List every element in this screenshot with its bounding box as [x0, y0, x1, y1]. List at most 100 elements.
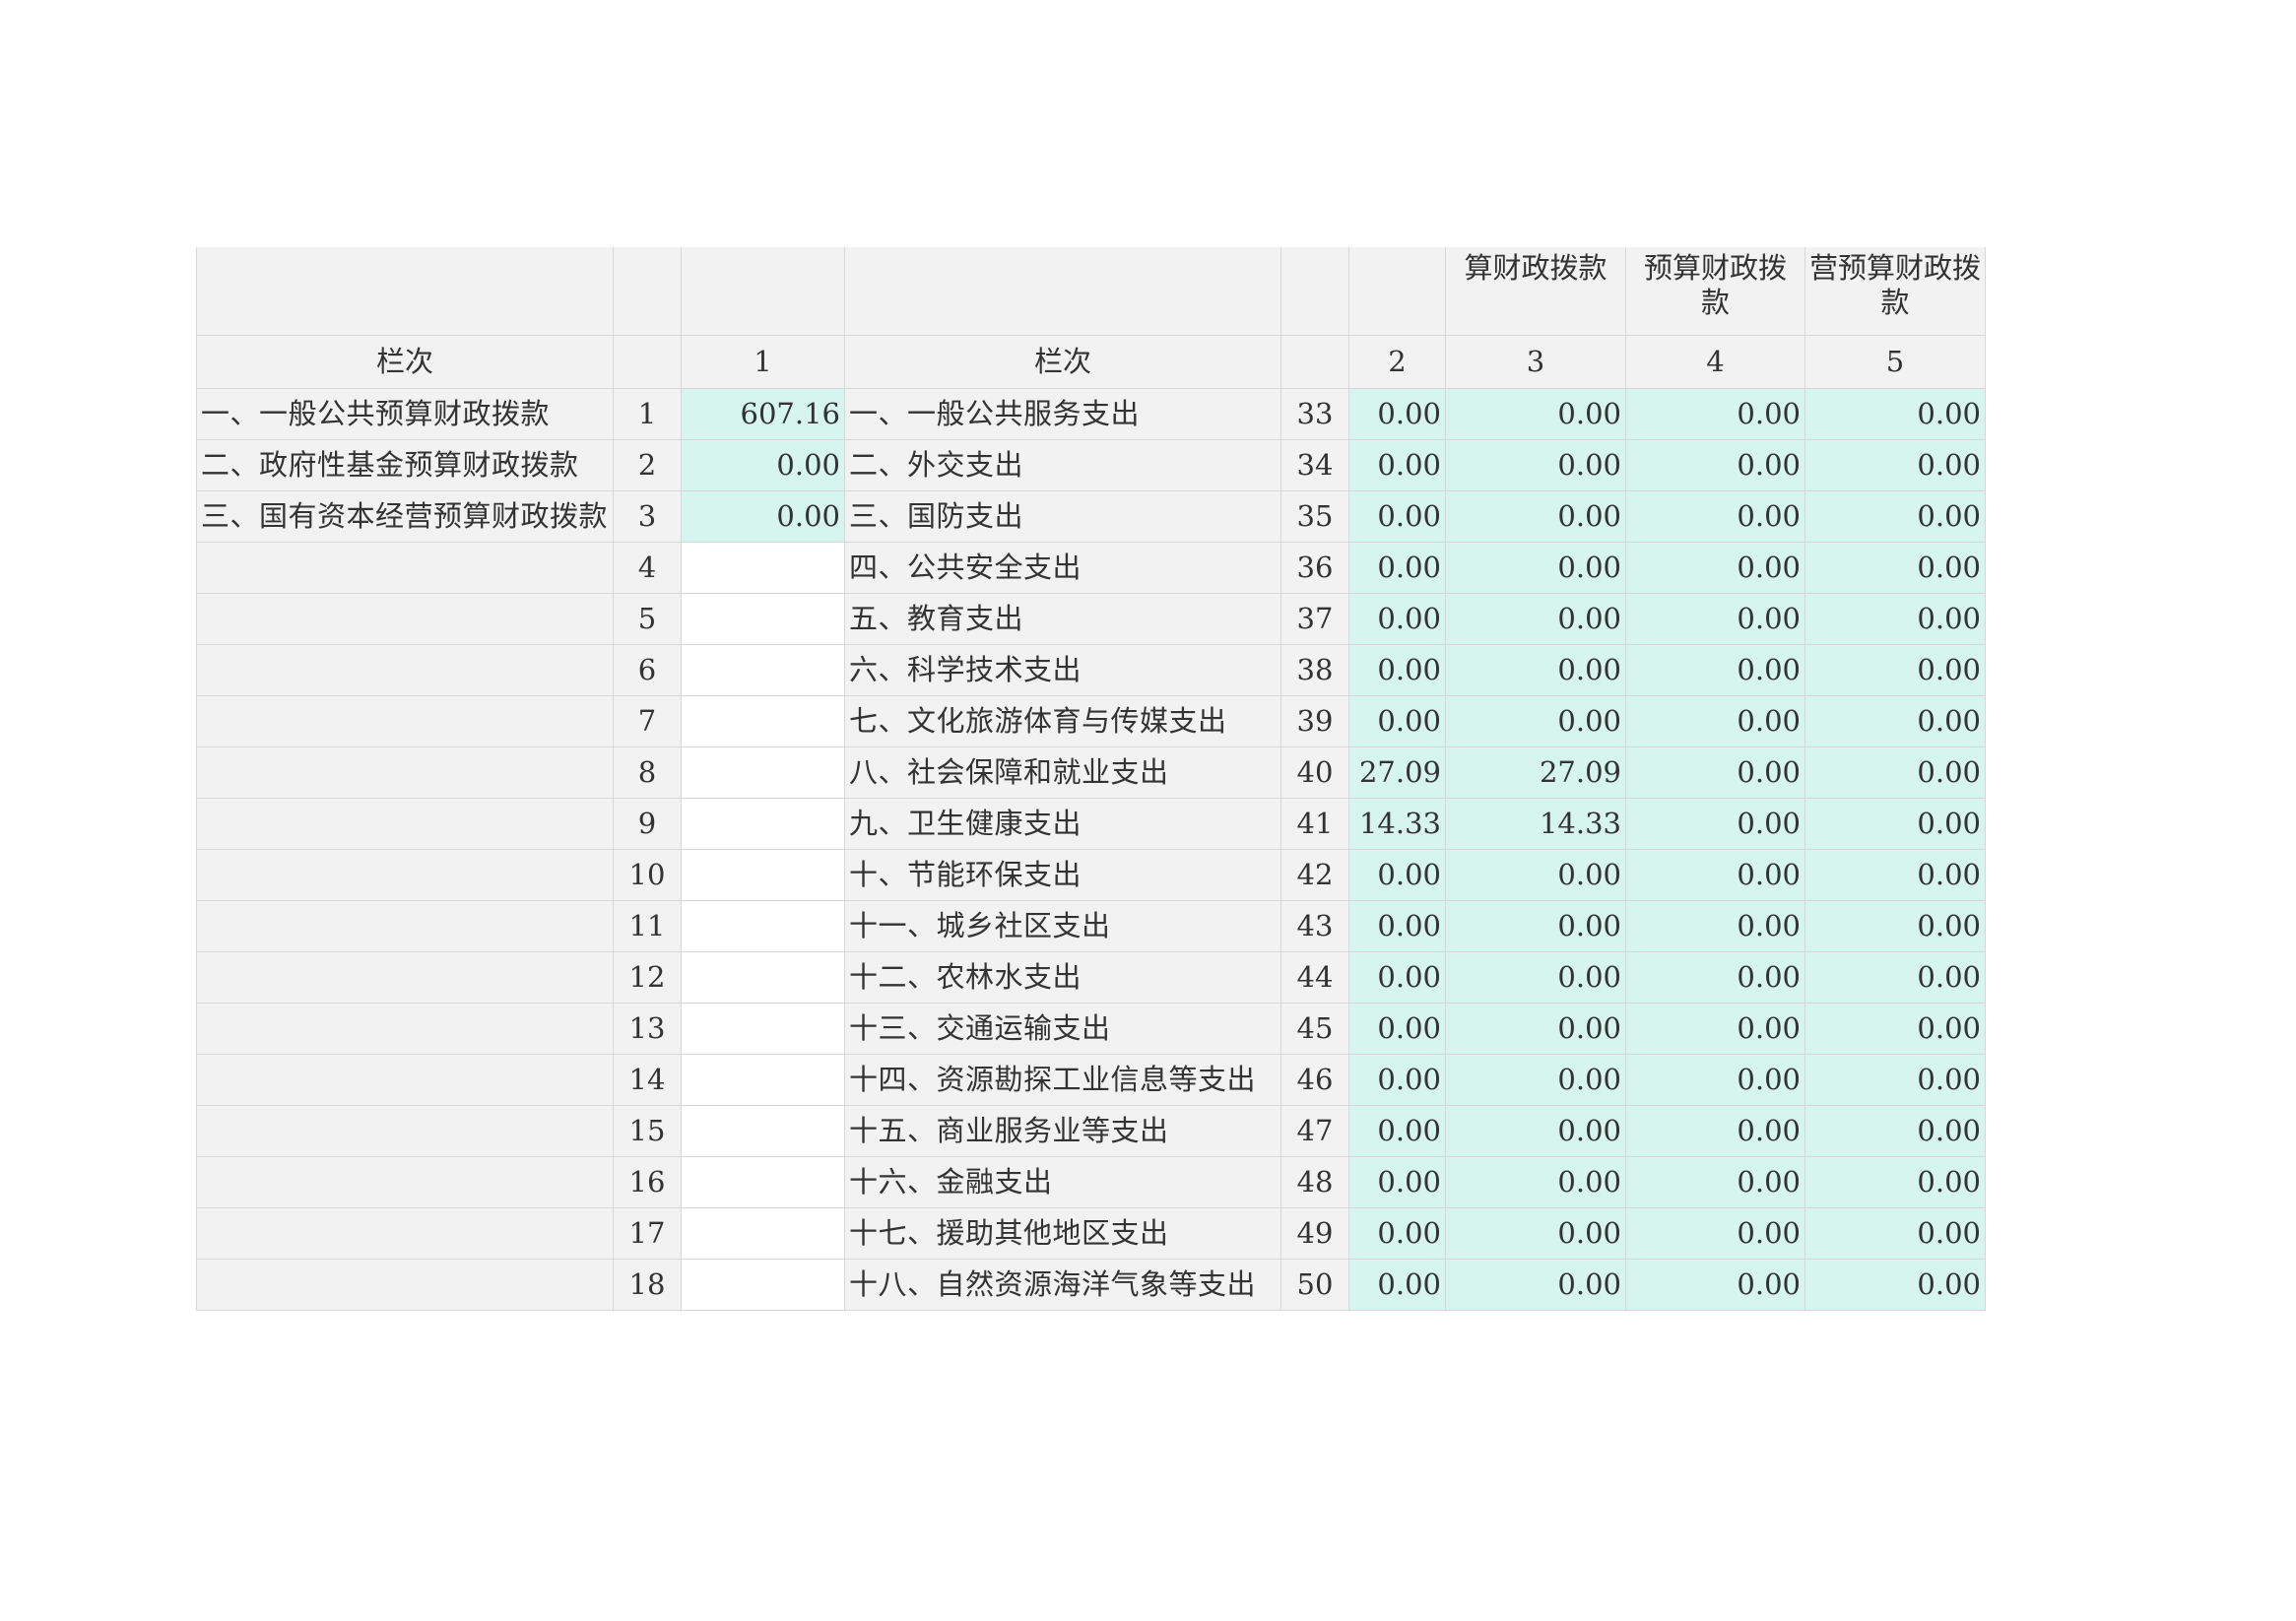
- income-line-number[interactable]: 10: [613, 848, 682, 901]
- colnum-left-label[interactable]: 栏次: [196, 334, 614, 389]
- income-value-cell[interactable]: [681, 1104, 845, 1157]
- expense-capital-budget-cell[interactable]: 0.00: [1804, 541, 1986, 594]
- expense-line-number[interactable]: 40: [1280, 746, 1349, 799]
- expense-label-cell[interactable]: 九、卫生健康支出: [844, 797, 1281, 850]
- expense-total-cell[interactable]: 0.00: [1348, 592, 1446, 645]
- colnum-5[interactable]: 5: [1804, 334, 1986, 389]
- income-line-number[interactable]: 3: [613, 489, 682, 543]
- colnum-1[interactable]: 1: [681, 334, 845, 389]
- income-line-number[interactable]: 7: [613, 694, 682, 747]
- expense-fund-budget-cell[interactable]: 0.00: [1625, 1258, 1805, 1311]
- expense-total-cell[interactable]: 0.00: [1348, 1258, 1446, 1311]
- expense-fund-budget-cell[interactable]: 0.00: [1625, 899, 1805, 952]
- expense-general-budget-cell[interactable]: 0.00: [1445, 387, 1626, 440]
- expense-label-cell[interactable]: 四、公共安全支出: [844, 541, 1281, 594]
- header-cell-col3[interactable]: 算财政拨款: [1445, 247, 1626, 336]
- expense-capital-budget-cell[interactable]: 0.00: [1804, 643, 1986, 696]
- income-line-number[interactable]: 16: [613, 1155, 682, 1208]
- expense-line-number[interactable]: 50: [1280, 1258, 1349, 1311]
- expense-total-cell[interactable]: 14.33: [1348, 797, 1446, 850]
- income-line-number[interactable]: 11: [613, 899, 682, 952]
- income-line-number[interactable]: 14: [613, 1053, 682, 1106]
- expense-line-number[interactable]: 34: [1280, 438, 1349, 491]
- expense-line-number[interactable]: 33: [1280, 387, 1349, 440]
- expense-fund-budget-cell[interactable]: 0.00: [1625, 438, 1805, 491]
- expense-general-budget-cell[interactable]: 0.00: [1445, 950, 1626, 1004]
- expense-label-cell[interactable]: 十四、资源勘探工业信息等支出: [844, 1053, 1281, 1106]
- expense-line-number[interactable]: 49: [1280, 1206, 1349, 1260]
- expense-capital-budget-cell[interactable]: 0.00: [1804, 592, 1986, 645]
- income-value-cell[interactable]: [681, 643, 845, 696]
- expense-fund-budget-cell[interactable]: 0.00: [1625, 694, 1805, 747]
- income-value-cell[interactable]: [681, 592, 845, 645]
- income-label-cell[interactable]: [196, 1206, 614, 1260]
- expense-general-budget-cell[interactable]: 0.00: [1445, 541, 1626, 594]
- expense-label-cell[interactable]: 七、文化旅游体育与传媒支出: [844, 694, 1281, 747]
- expense-total-cell[interactable]: 0.00: [1348, 541, 1446, 594]
- income-value-cell[interactable]: [681, 541, 845, 594]
- income-value-cell[interactable]: 607.16: [681, 387, 845, 440]
- expense-general-budget-cell[interactable]: 0.00: [1445, 694, 1626, 747]
- expense-total-cell[interactable]: 0.00: [1348, 694, 1446, 747]
- income-line-number[interactable]: 9: [613, 797, 682, 850]
- expense-label-cell[interactable]: 二、外交支出: [844, 438, 1281, 491]
- expense-line-number[interactable]: 38: [1280, 643, 1349, 696]
- expense-label-cell[interactable]: 六、科学技术支出: [844, 643, 1281, 696]
- expense-fund-budget-cell[interactable]: 0.00: [1625, 592, 1805, 645]
- income-value-cell[interactable]: [681, 848, 845, 901]
- expense-total-cell[interactable]: 0.00: [1348, 489, 1446, 543]
- income-label-cell[interactable]: [196, 592, 614, 645]
- expense-fund-budget-cell[interactable]: 0.00: [1625, 541, 1805, 594]
- expense-total-cell[interactable]: 0.00: [1348, 1104, 1446, 1157]
- income-line-number[interactable]: 2: [613, 438, 682, 491]
- expense-line-number[interactable]: 46: [1280, 1053, 1349, 1106]
- header-cell[interactable]: [196, 247, 614, 336]
- expense-fund-budget-cell[interactable]: 0.00: [1625, 1155, 1805, 1208]
- income-line-number[interactable]: 8: [613, 746, 682, 799]
- expense-general-budget-cell[interactable]: 0.00: [1445, 643, 1626, 696]
- expense-general-budget-cell[interactable]: 0.00: [1445, 1206, 1626, 1260]
- expense-capital-budget-cell[interactable]: 0.00: [1804, 950, 1986, 1004]
- expense-line-number[interactable]: 44: [1280, 950, 1349, 1004]
- expense-fund-budget-cell[interactable]: 0.00: [1625, 848, 1805, 901]
- income-label-cell[interactable]: [196, 746, 614, 799]
- income-line-number[interactable]: 13: [613, 1002, 682, 1055]
- expense-general-budget-cell[interactable]: 0.00: [1445, 848, 1626, 901]
- income-line-number[interactable]: 18: [613, 1258, 682, 1311]
- expense-general-budget-cell[interactable]: 0.00: [1445, 438, 1626, 491]
- income-label-cell[interactable]: 一、一般公共预算财政拨款: [196, 387, 614, 440]
- expense-total-cell[interactable]: 0.00: [1348, 387, 1446, 440]
- expense-capital-budget-cell[interactable]: 0.00: [1804, 387, 1986, 440]
- expense-line-number[interactable]: 39: [1280, 694, 1349, 747]
- colnum-3[interactable]: 3: [1445, 334, 1626, 389]
- colnum-blank[interactable]: [1280, 334, 1349, 389]
- income-label-cell[interactable]: [196, 643, 614, 696]
- expense-fund-budget-cell[interactable]: 0.00: [1625, 1206, 1805, 1260]
- expense-label-cell[interactable]: 三、国防支出: [844, 489, 1281, 543]
- expense-fund-budget-cell[interactable]: 0.00: [1625, 1053, 1805, 1106]
- income-value-cell[interactable]: [681, 694, 845, 747]
- income-label-cell[interactable]: [196, 541, 614, 594]
- income-value-cell[interactable]: [681, 950, 845, 1004]
- expense-line-number[interactable]: 42: [1280, 848, 1349, 901]
- expense-label-cell[interactable]: 十六、金融支出: [844, 1155, 1281, 1208]
- expense-general-budget-cell[interactable]: 0.00: [1445, 1155, 1626, 1208]
- expense-label-cell[interactable]: 十三、交通运输支出: [844, 1002, 1281, 1055]
- income-value-cell[interactable]: [681, 746, 845, 799]
- colnum-blank[interactable]: [613, 334, 682, 389]
- expense-general-budget-cell[interactable]: 27.09: [1445, 746, 1626, 799]
- expense-fund-budget-cell[interactable]: 0.00: [1625, 746, 1805, 799]
- income-label-cell[interactable]: 二、政府性基金预算财政拨款: [196, 438, 614, 491]
- income-value-cell[interactable]: [681, 899, 845, 952]
- income-line-number[interactable]: 4: [613, 541, 682, 594]
- expense-general-budget-cell[interactable]: 0.00: [1445, 1104, 1626, 1157]
- income-label-cell[interactable]: 三、国有资本经营预算财政拨款: [196, 489, 614, 543]
- expense-label-cell[interactable]: 十一、城乡社区支出: [844, 899, 1281, 952]
- expense-capital-budget-cell[interactable]: 0.00: [1804, 746, 1986, 799]
- header-cell[interactable]: [1348, 247, 1446, 336]
- expense-capital-budget-cell[interactable]: 0.00: [1804, 1002, 1986, 1055]
- income-value-cell[interactable]: [681, 797, 845, 850]
- income-value-cell[interactable]: [681, 1002, 845, 1055]
- expense-general-budget-cell[interactable]: 0.00: [1445, 592, 1626, 645]
- expense-line-number[interactable]: 45: [1280, 1002, 1349, 1055]
